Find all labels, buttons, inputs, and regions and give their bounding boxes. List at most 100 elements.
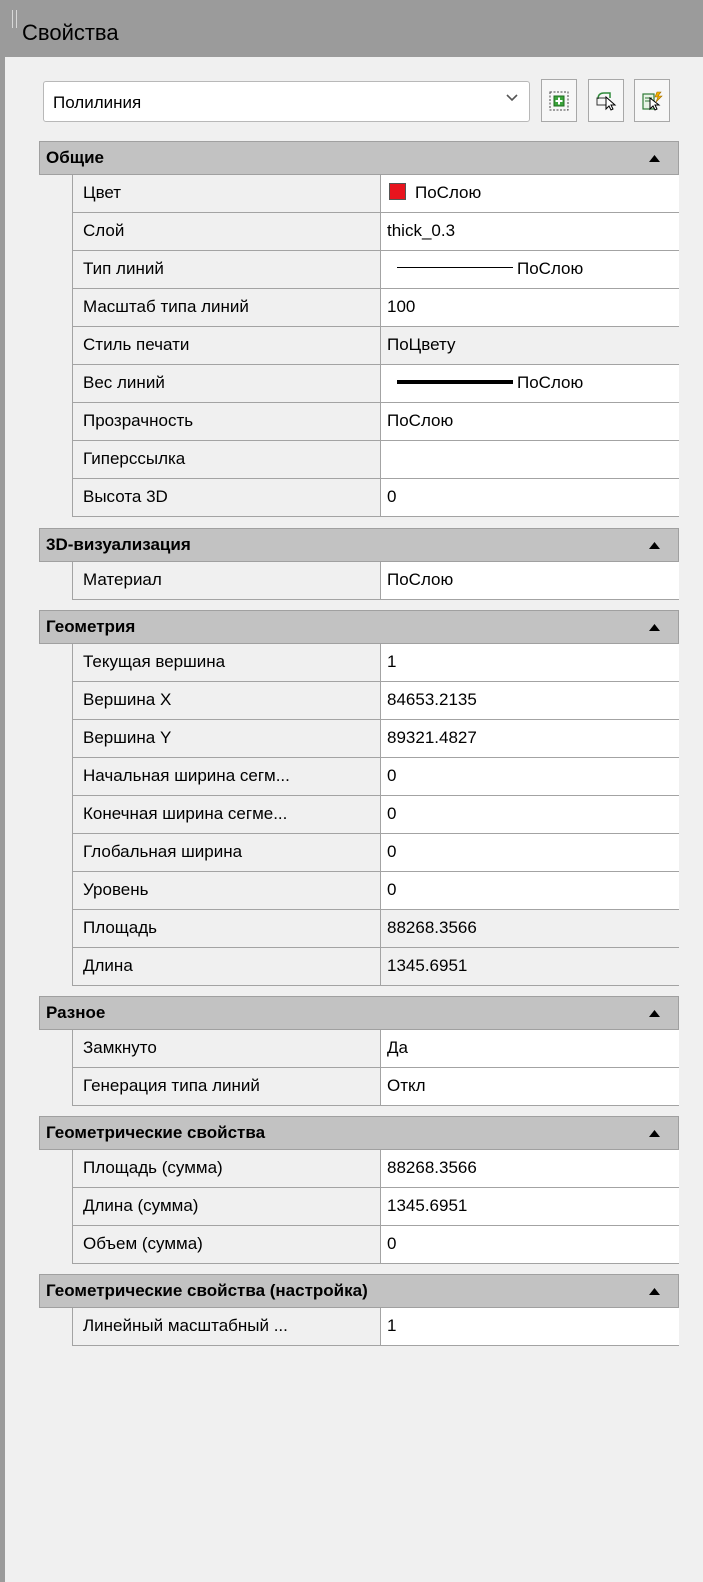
- property-value[interactable]: ПоСлою: [381, 251, 679, 289]
- toggle-pickadd-button[interactable]: [541, 79, 577, 122]
- collapse-arrow-icon[interactable]: [649, 1130, 660, 1137]
- group-gutter-line: [72, 1308, 73, 1346]
- select-objects-icon: [596, 92, 617, 111]
- property-value[interactable]: 0: [381, 872, 679, 910]
- property-name: Площадь (сумма): [72, 1150, 381, 1188]
- panel-title: Свойства: [22, 20, 119, 45]
- property-row-thickness[interactable]: Высота 3D 0: [72, 479, 679, 517]
- property-row-linetype[interactable]: Тип линий ПоСлою: [72, 251, 679, 289]
- color-swatch: [389, 183, 406, 200]
- toggle-pickadd-icon: [549, 91, 569, 111]
- property-row-plot-style: Стиль печати ПоЦвету: [72, 327, 679, 365]
- object-type-value: Полилиния: [53, 93, 142, 112]
- property-value[interactable]: 0: [381, 796, 679, 834]
- property-value[interactable]: ПоСлою: [381, 403, 679, 441]
- property-row-end-segment-width[interactable]: Конечная ширина сегме... 0: [72, 796, 679, 834]
- property-row-color[interactable]: Цвет ПоСлою: [72, 175, 679, 213]
- property-row-length-sum: Длина (сумма) 1345.6951: [72, 1188, 679, 1226]
- property-name: Глобальная ширина: [72, 834, 381, 872]
- quick-select-icon: [642, 91, 663, 111]
- group-gutter-line: [72, 562, 73, 600]
- collapse-arrow-icon[interactable]: [649, 1010, 660, 1017]
- collapse-arrow-icon[interactable]: [649, 155, 660, 162]
- collapse-arrow-icon[interactable]: [649, 542, 660, 549]
- property-row-volume-sum: Объем (сумма) 0: [72, 1226, 679, 1264]
- property-row-transparency[interactable]: Прозрачность ПоСлою: [72, 403, 679, 441]
- section-3d-visualization-header[interactable]: 3D-визуализация: [39, 528, 679, 562]
- property-value[interactable]: 100: [381, 289, 679, 327]
- property-value[interactable]: ПоСлою: [381, 365, 679, 403]
- property-row-linetype-generation[interactable]: Генерация типа линий Откл: [72, 1068, 679, 1106]
- property-row-length: Длина 1345.6951: [72, 948, 679, 986]
- property-row-elevation[interactable]: Уровень 0: [72, 872, 679, 910]
- section-geometric-properties-header[interactable]: Геометрические свойства: [39, 1116, 679, 1150]
- property-name: Генерация типа линий: [72, 1068, 381, 1106]
- property-row-area: Площадь 88268.3566: [72, 910, 679, 948]
- color-value: ПоСлою: [415, 183, 482, 202]
- property-value[interactable]: 1: [381, 1308, 679, 1346]
- property-value[interactable]: Откл: [381, 1068, 679, 1106]
- lineweight-preview: [397, 380, 513, 384]
- property-row-vertex-x[interactable]: Вершина X 84653.2135: [72, 682, 679, 720]
- property-value[interactable]: 1: [381, 644, 679, 682]
- linetype-value: ПоСлою: [517, 259, 584, 278]
- select-objects-button[interactable]: [588, 79, 624, 122]
- property-name: Площадь: [72, 910, 381, 948]
- property-value: 1345.6951: [381, 1188, 679, 1226]
- property-row-global-width[interactable]: Глобальная ширина 0: [72, 834, 679, 872]
- property-name: Материал: [72, 562, 381, 600]
- section-title: Разное: [46, 1003, 106, 1022]
- property-value[interactable]: 84653.2135: [381, 682, 679, 720]
- section-title: 3D-визуализация: [46, 535, 191, 554]
- property-value: 88268.3566: [381, 910, 679, 948]
- property-name: Тип линий: [72, 251, 381, 289]
- section-general-header[interactable]: Общие: [39, 141, 679, 175]
- property-name: Объем (сумма): [72, 1226, 381, 1264]
- property-row-material[interactable]: Материал ПоСлою: [72, 562, 679, 600]
- property-name: Гиперссылка: [72, 441, 381, 479]
- collapse-arrow-icon[interactable]: [649, 624, 660, 631]
- property-row-current-vertex[interactable]: Текущая вершина 1: [72, 644, 679, 682]
- property-row-closed[interactable]: Замкнуто Да: [72, 1030, 679, 1068]
- property-name: Линейный масштабный ...: [72, 1308, 381, 1346]
- property-name: Конечная ширина сегме...: [72, 796, 381, 834]
- property-row-linetype-scale[interactable]: Масштаб типа линий 100: [72, 289, 679, 327]
- section-geometric-settings-header[interactable]: Геометрические свойства (настройка): [39, 1274, 679, 1308]
- section-geometry-header[interactable]: Геометрия: [39, 610, 679, 644]
- property-row-layer[interactable]: Слой thick_0.3: [72, 213, 679, 251]
- drag-grip-icon[interactable]: [12, 10, 17, 28]
- property-row-lineweight[interactable]: Вес линий ПоСлою: [72, 365, 679, 403]
- property-value[interactable]: 89321.4827: [381, 720, 679, 758]
- object-type-dropdown[interactable]: Полилиния: [43, 81, 530, 122]
- property-name: Длина: [72, 948, 381, 986]
- property-value[interactable]: 0: [381, 758, 679, 796]
- property-row-start-segment-width[interactable]: Начальная ширина сегм... 0: [72, 758, 679, 796]
- property-row-hyperlink[interactable]: Гиперссылка: [72, 441, 679, 479]
- group-gutter-line: [72, 1150, 73, 1264]
- section-misc-header[interactable]: Разное: [39, 996, 679, 1030]
- section-title: Геометрические свойства (настройка): [46, 1281, 368, 1300]
- property-row-linear-scale-factor[interactable]: Линейный масштабный ... 1: [72, 1308, 679, 1346]
- property-name: Вершина X: [72, 682, 381, 720]
- property-value[interactable]: Да: [381, 1030, 679, 1068]
- linetype-preview: [397, 267, 513, 268]
- property-value[interactable]: [381, 441, 679, 479]
- collapse-arrow-icon[interactable]: [649, 1288, 660, 1295]
- property-name: Масштаб типа линий: [72, 289, 381, 327]
- property-value[interactable]: ПоСлою: [381, 175, 679, 213]
- property-row-area-sum: Площадь (сумма) 88268.3566: [72, 1150, 679, 1188]
- property-name: Уровень: [72, 872, 381, 910]
- property-name: Текущая вершина: [72, 644, 381, 682]
- property-value[interactable]: 0: [381, 479, 679, 517]
- property-value[interactable]: thick_0.3: [381, 213, 679, 251]
- panel-titlebar: Свойства: [0, 0, 703, 57]
- section-title: Геометрические свойства: [46, 1123, 266, 1142]
- property-row-vertex-y[interactable]: Вершина Y 89321.4827: [72, 720, 679, 758]
- property-name: Вершина Y: [72, 720, 381, 758]
- panel-frame-edge: [0, 57, 5, 1582]
- property-value[interactable]: 0: [381, 834, 679, 872]
- property-name: Стиль печати: [72, 327, 381, 365]
- property-name: Вес линий: [72, 365, 381, 403]
- quick-select-button[interactable]: [634, 79, 670, 122]
- property-value[interactable]: ПоСлою: [381, 562, 679, 600]
